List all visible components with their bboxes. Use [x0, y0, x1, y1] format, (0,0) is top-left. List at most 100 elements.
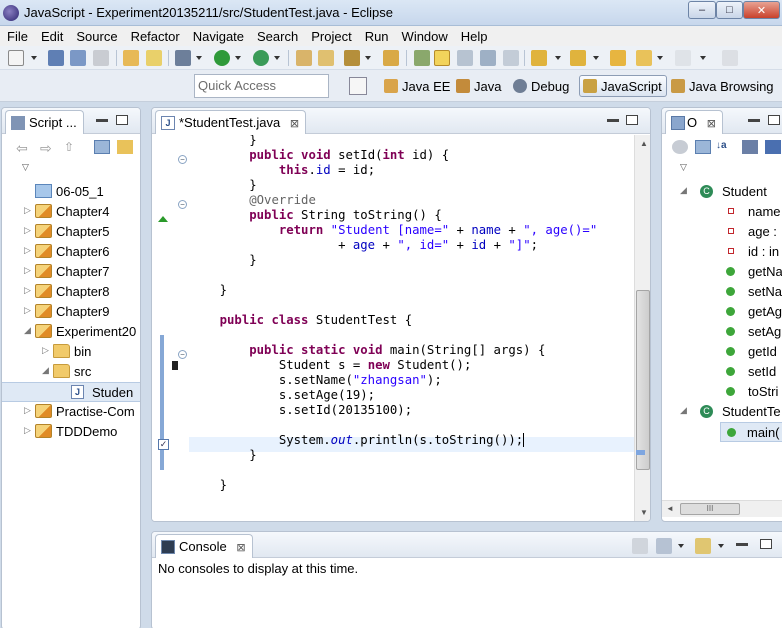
perspective-debug[interactable]: Debug — [509, 75, 574, 97]
tree-item[interactable]: 06-05_1 — [2, 182, 140, 202]
tab-studenttest-java[interactable]: J *StudentTest.java ⊠ — [155, 110, 307, 134]
close-button[interactable]: ✕ — [743, 1, 780, 19]
display-console-icon[interactable] — [656, 538, 672, 554]
perspective-java-browsing[interactable]: Java Browsing — [667, 75, 779, 97]
collapse-all-icon[interactable] — [94, 140, 110, 154]
tree-item[interactable]: ▷ Chapter7 — [2, 262, 140, 282]
external-tools-dropdown-icon[interactable] — [274, 56, 280, 60]
hide-non-public-icon[interactable] — [672, 140, 688, 154]
back-arrow-icon[interactable]: ⇦ — [16, 140, 32, 156]
maximize-outline-button[interactable] — [768, 115, 780, 125]
maximize-view-button[interactable] — [116, 115, 128, 125]
tab-script-explorer[interactable]: Script ... — [5, 110, 84, 134]
collapse-arrow-icon[interactable]: ◢ — [680, 186, 687, 195]
outline-item[interactable]: ◢ C StudentTe — [662, 402, 782, 422]
scroll-left-icon[interactable]: ◄ — [666, 504, 674, 513]
last-edit-location-icon[interactable] — [610, 50, 626, 66]
pin-editor-icon[interactable] — [722, 50, 738, 66]
tab-close-icon[interactable]: ⊠ — [290, 118, 299, 130]
search-dropdown-icon[interactable] — [365, 56, 371, 60]
menu-source[interactable]: Source — [69, 26, 123, 46]
maximize-console-button[interactable] — [760, 539, 772, 549]
block-selection-icon[interactable] — [480, 50, 496, 66]
highlight-icon[interactable] — [434, 50, 450, 66]
outline-item[interactable]: getId — [662, 342, 782, 362]
hide-static-icon[interactable] — [765, 140, 781, 154]
perspective-javascript[interactable]: JavaScript — [579, 75, 667, 97]
menu-help[interactable]: Help — [454, 26, 494, 46]
next-annotation-dropdown-icon[interactable] — [555, 56, 561, 60]
menu-refactor[interactable]: Refactor — [124, 26, 186, 46]
sort-icon[interactable]: ↓a — [716, 140, 732, 154]
minimize-editor-button[interactable] — [607, 119, 619, 122]
previous-annotation-icon[interactable] — [570, 50, 586, 66]
menu-project[interactable]: Project — [304, 26, 357, 46]
external-tools-icon[interactable] — [253, 50, 269, 66]
outline-horizontal-scrollbar[interactable]: ◄ III — [662, 500, 782, 517]
outline-hscroll-thumb[interactable]: III — [680, 503, 740, 515]
up-icon[interactable]: ⇧ — [64, 140, 80, 154]
forward-arrow-icon[interactable]: ⇨ — [40, 140, 56, 156]
fold-toggle-icon[interactable]: − — [178, 200, 187, 209]
view-menu-icon[interactable]: ▽ — [680, 162, 688, 172]
editor-scroll-thumb[interactable] — [636, 290, 650, 470]
debug-icon[interactable] — [175, 50, 191, 66]
save-icon[interactable] — [48, 50, 64, 66]
tree-item[interactable]: ▷ Chapter6 — [2, 242, 140, 262]
outline-item[interactable]: name — [662, 202, 782, 222]
menu-window[interactable]: Window — [395, 26, 454, 46]
tab-console[interactable]: Console ⊠ — [155, 534, 253, 558]
expand-arrow-icon[interactable]: ▷ — [24, 266, 31, 275]
tree-item[interactable]: ▷ Chapter5 — [2, 222, 140, 242]
tree-item[interactable]: ▷ Chapter8 — [2, 282, 140, 302]
print-icon[interactable] — [93, 50, 109, 66]
code-editor[interactable]: ✓ − − − } public void setId(int id) { th… — [152, 135, 634, 521]
tree-item[interactable]: ▷ Chapter9 — [2, 302, 140, 322]
outline-item[interactable]: setAg — [662, 322, 782, 342]
tree-item[interactable]: J Studen — [2, 382, 140, 402]
open-perspective-button[interactable] — [349, 77, 367, 95]
save-all-icon[interactable] — [70, 50, 86, 66]
minimize-console-button[interactable] — [736, 543, 748, 546]
expand-arrow-icon[interactable]: ▷ — [24, 286, 31, 295]
outline-item[interactable]: setId — [662, 362, 782, 382]
forward-icon[interactable] — [675, 50, 691, 66]
tree-item[interactable]: ▷ Practise-Com — [2, 402, 140, 422]
collapse-all-icon[interactable] — [695, 140, 711, 154]
toggle-mark-occurrences-icon[interactable] — [414, 50, 430, 66]
menu-search[interactable]: Search — [250, 26, 304, 46]
menu-file[interactable]: File — [0, 26, 34, 46]
tree-item[interactable]: ▷ Chapter4 — [2, 202, 140, 222]
run-dropdown-icon[interactable] — [235, 56, 241, 60]
maximize-button[interactable]: □ — [716, 1, 743, 19]
outline-item[interactable]: ◢ C Student — [662, 182, 782, 202]
collapse-arrow-icon[interactable]: ◢ — [24, 326, 31, 335]
search-icon[interactable] — [344, 50, 360, 66]
scroll-down-icon[interactable]: ▼ — [640, 508, 648, 517]
open-folder-icon[interactable] — [318, 50, 334, 66]
outline-item[interactable]: age : — [662, 222, 782, 242]
tree-item[interactable]: ▷ bin — [2, 342, 140, 362]
link-with-editor-icon[interactable] — [117, 140, 133, 154]
collapse-arrow-icon[interactable]: ◢ — [42, 366, 49, 375]
outline-item[interactable]: setNa — [662, 282, 782, 302]
forward-dropdown-icon[interactable] — [700, 56, 706, 60]
minimize-view-button[interactable] — [96, 119, 108, 122]
run-icon[interactable] — [214, 50, 230, 66]
new-console-icon[interactable] — [695, 538, 711, 554]
expand-arrow-icon[interactable]: ▷ — [24, 306, 31, 315]
fold-toggle-icon[interactable]: − — [178, 350, 187, 359]
back-dropdown-icon[interactable] — [657, 56, 663, 60]
word-wrap-icon[interactable] — [457, 50, 473, 66]
back-icon[interactable] — [636, 50, 652, 66]
new-file-icon[interactable] — [146, 50, 162, 66]
hide-fields-icon[interactable] — [742, 140, 758, 154]
menu-run[interactable]: Run — [358, 26, 395, 46]
scroll-up-icon[interactable]: ▲ — [640, 139, 648, 148]
expand-arrow-icon[interactable]: ▷ — [24, 406, 31, 415]
new-console-dropdown-icon[interactable] — [718, 544, 724, 548]
open-console-icon[interactable] — [632, 538, 648, 554]
menu-navigate[interactable]: Navigate — [186, 26, 250, 46]
new-js-project-icon[interactable] — [296, 50, 312, 66]
fold-toggle-icon[interactable]: − — [178, 155, 187, 164]
